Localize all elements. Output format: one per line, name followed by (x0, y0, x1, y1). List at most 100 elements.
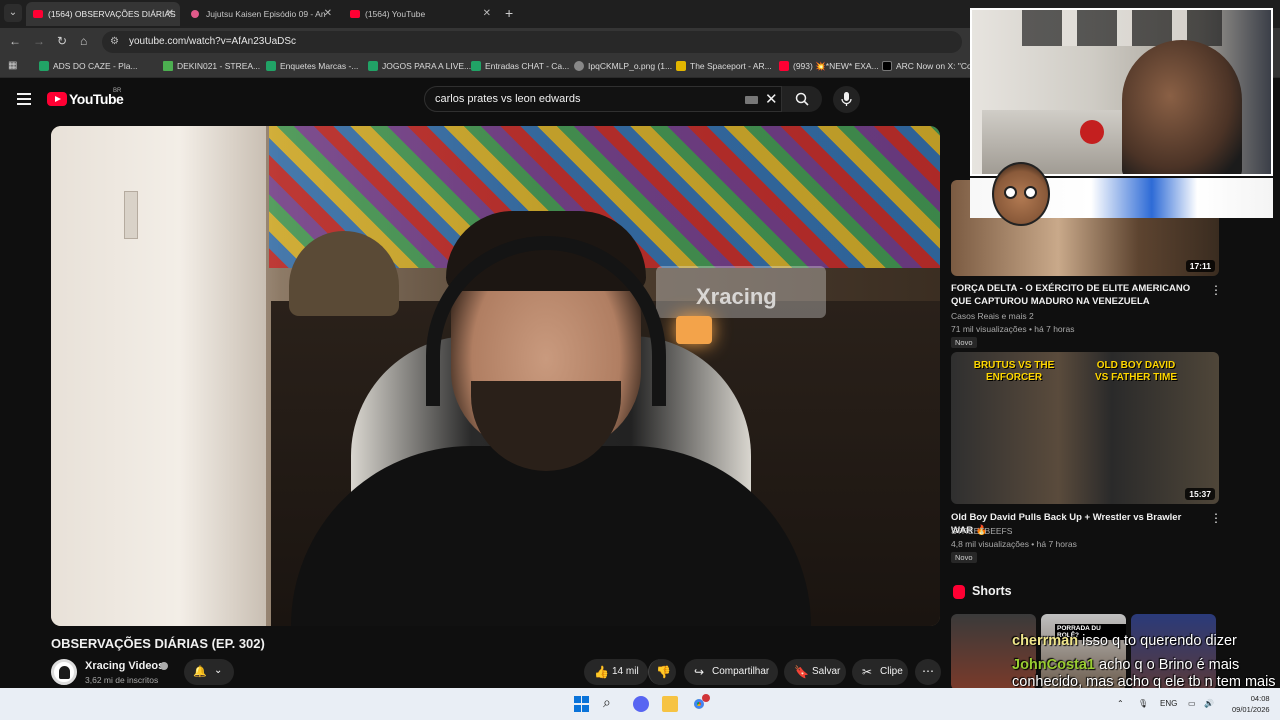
sheets-icon (471, 61, 481, 71)
kebab-menu-icon[interactable]: ⋮ (1210, 511, 1222, 525)
bell-icon: 🔔 (193, 666, 207, 678)
tab-jujutsu-kaisen[interactable]: Jujutsu Kaisen Episódio 09 - An ✕ (184, 2, 338, 26)
bookmark-dekin021[interactable]: DEKIN021 - STREA... (163, 61, 260, 71)
bookmark-label: ADS DO CAZE - Pla... (53, 61, 138, 71)
tab-search-button[interactable]: ⌄ (4, 4, 22, 22)
save-button[interactable]: 🔖 Salvar (784, 659, 846, 685)
scissors-icon: ✂ (862, 665, 873, 679)
channel-avatar[interactable] (51, 659, 77, 685)
home-icon[interactable]: ⌂ (80, 34, 87, 48)
streamer-webcam-overlay (970, 8, 1273, 176)
like-count: 14 mil (612, 666, 639, 677)
chat-username: JohnCosta1 (1012, 657, 1095, 673)
search-icon[interactable]: ⌕ (603, 694, 619, 710)
bookmark-label: Entradas CHAT - Ca... (485, 61, 570, 71)
volume-icon[interactable]: 🔊 (1204, 699, 1214, 708)
address-input[interactable]: ⚙ youtube.com/watch?v=AfAn23UaDSc (102, 31, 962, 53)
channel-name[interactable]: Xracing Videos (85, 660, 164, 672)
network-icon[interactable]: ▭ (1188, 699, 1196, 708)
thumbs-up-icon: 👍 (594, 665, 609, 679)
chat-username: cherrman (1012, 633, 1079, 649)
voice-search-button[interactable] (833, 86, 860, 113)
tab-observacoes[interactable]: (1564) OBSERVAÇÕES DIÁRIAS ✕ (26, 2, 180, 26)
keyboard-icon[interactable] (745, 96, 758, 104)
rec-title[interactable]: FORÇA DELTA - O EXÉRCITO DE ELITE AMERIC… (951, 282, 1201, 308)
tray-mic-icon[interactable]: 🎙 (1138, 699, 1148, 708)
webcam-desk (982, 110, 1122, 174)
kebab-menu-icon[interactable]: ⋮ (1210, 283, 1222, 297)
duration-badge: 17:11 (1185, 260, 1215, 272)
webcam-microphone (1080, 120, 1104, 144)
bookmark-label: IpqCKMLP_o.png (1... (588, 61, 673, 71)
rec-thumbnail[interactable]: BRUTUS VS THE ENFORCER OLD BOY DAVID VS … (951, 352, 1219, 504)
notification-dot (702, 694, 710, 702)
youtube-favicon-icon (33, 10, 43, 18)
rec-meta: 71 mil visualizações • há 7 horas (951, 324, 1075, 334)
mascot-eye (1024, 186, 1037, 199)
close-icon[interactable]: ✕ (324, 2, 332, 26)
share-button[interactable]: ↪ Compartilhar (684, 659, 778, 685)
bookmark-ads-do-caze[interactable]: ADS DO CAZE - Pla... (39, 61, 138, 71)
system-clock[interactable]: 04:08 09/01/2026 (1232, 693, 1270, 715)
youtube-logo-icon[interactable] (47, 92, 67, 106)
discord-icon[interactable] (633, 696, 649, 712)
tab-label: (1564) YouTube (365, 9, 426, 19)
clip-button[interactable]: ✂ Clipe (852, 659, 908, 685)
notification-bell-button[interactable]: 🔔 ⌄ (184, 659, 234, 685)
bookmark-label: DEKIN021 - STREA... (177, 61, 261, 71)
search-icon (795, 92, 809, 106)
file-explorer-icon[interactable] (662, 696, 678, 712)
new-badge: Novo (951, 552, 977, 563)
site-info-icon[interactable]: ⚙ (110, 36, 119, 47)
bookmark-new-exa[interactable]: (993) 💥*NEW* EXA... (779, 61, 879, 72)
close-icon[interactable]: ✕ (483, 2, 491, 26)
sheets-icon (266, 61, 276, 71)
thumbs-down-icon: 👎 (656, 665, 671, 679)
duration-badge: 15:37 (1185, 488, 1215, 500)
mascot-eye (1004, 186, 1017, 199)
clear-search-icon[interactable]: ✕ (765, 90, 778, 108)
search-button[interactable] (782, 86, 822, 112)
video-title: OBSERVAÇÕES DIÁRIAS (EP. 302) (51, 636, 265, 651)
hamburger-menu-icon[interactable] (17, 93, 31, 105)
forward-arrow-icon[interactable]: → (33, 34, 45, 48)
like-button[interactable]: 👍 14 mil (584, 659, 648, 685)
windows-start-icon[interactable] (574, 696, 590, 712)
bookmark-entradas-chat[interactable]: Entradas CHAT - Ca... (471, 61, 569, 71)
tab-label: (1564) OBSERVAÇÕES DIÁRIAS (48, 9, 176, 19)
drive-icon (163, 61, 173, 71)
rec-channel[interactable]: Casos Reais e mais 2 (951, 311, 1034, 321)
bookmark-spaceport[interactable]: The Spaceport - AR... (676, 61, 772, 71)
video-frame-brand-text: Xracing (696, 284, 777, 309)
youtube-icon (779, 61, 789, 71)
thumb-text-right: OLD BOY DAVID VS FATHER TIME (1094, 360, 1178, 383)
more-actions-button[interactable]: ⋯ (915, 659, 941, 685)
chevron-down-icon: ⌄ (214, 665, 223, 676)
bookmark-jogos[interactable]: JOGOS PARA A LIVE... (368, 61, 471, 71)
language-indicator[interactable]: ENG (1160, 699, 1177, 708)
new-tab-icon[interactable]: + (505, 5, 513, 21)
bookmark-enquetes[interactable]: Enquetes Marcas -... (266, 61, 358, 71)
video-player[interactable]: Xracing (51, 126, 940, 626)
tray-chevron-icon[interactable]: ⌃ (1117, 699, 1124, 708)
bookmark-label: JOGOS PARA A LIVE... (382, 61, 472, 71)
share-label: Compartilhar (712, 666, 770, 677)
chat-text: isso q to querendo dizer (1082, 633, 1237, 649)
bookmark-icon: 🔖 (794, 665, 809, 679)
rec-channel[interactable]: STREETBEEFS (951, 526, 1012, 536)
back-arrow-icon[interactable]: ← (9, 34, 21, 48)
apps-grid-icon[interactable]: ▦ (8, 60, 17, 71)
url-text: youtube.com/watch?v=AfAn23UaDSc (129, 36, 297, 47)
close-icon[interactable]: ✕ (166, 2, 174, 26)
spaceport-icon (676, 61, 686, 71)
search-input[interactable]: carlos prates vs leon edwards ✕ (424, 86, 782, 112)
dislike-button[interactable]: 👎 (648, 659, 676, 685)
bookmark-arc-now[interactable]: ARC Now on X: "Co... (882, 61, 979, 71)
windows-taskbar: ⌕ (0, 688, 1280, 720)
mascot-face-icon (992, 162, 1050, 226)
bookmark-ipq-png[interactable]: IpqCKMLP_o.png (1... (574, 61, 672, 71)
reload-icon[interactable]: ↻ (57, 34, 67, 48)
country-code: BR (113, 88, 122, 94)
tab-youtube[interactable]: (1564) YouTube ✕ (343, 2, 497, 26)
subscriber-count: 3,62 mi de inscritos (85, 675, 159, 685)
